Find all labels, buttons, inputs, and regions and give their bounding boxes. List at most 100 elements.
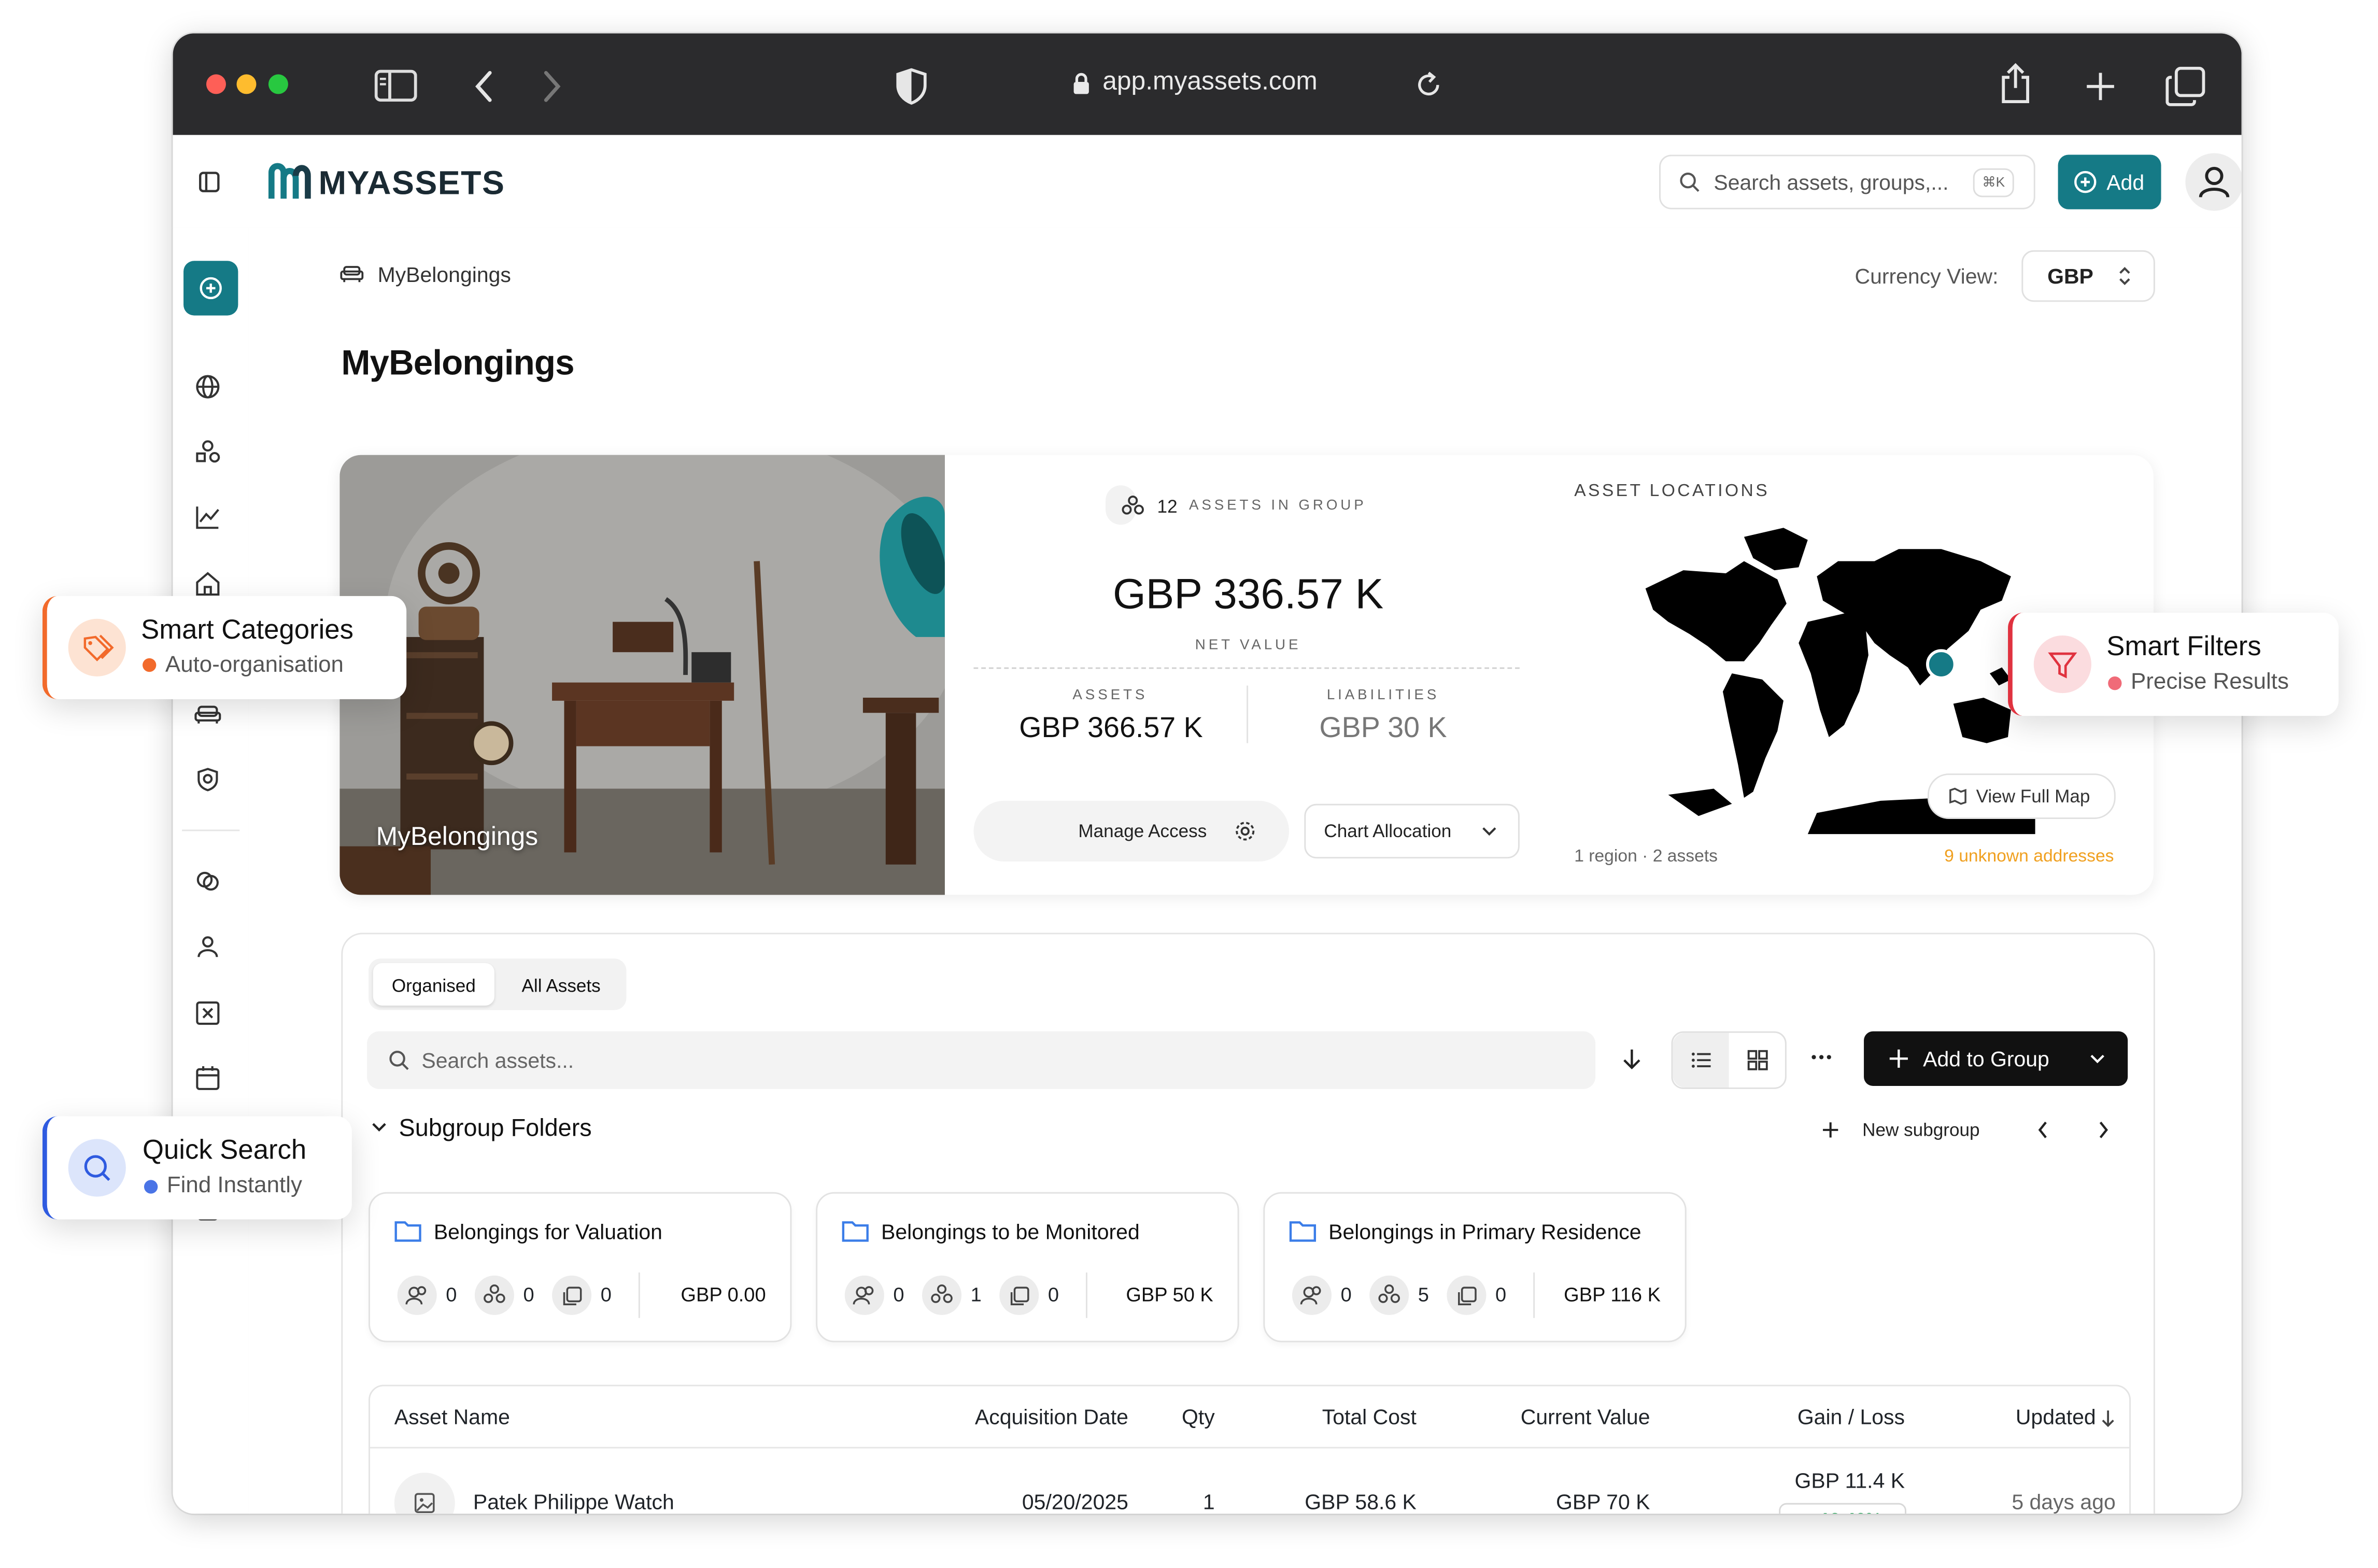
quick-search-subtitle: Find Instantly (166, 1172, 302, 1198)
smart-categories-callout: Smart Categories Auto-organisation (42, 596, 407, 699)
summary-vertical-divider (1247, 685, 1249, 743)
folder-card[interactable]: Belongings for Valuation 0 0 0 GBP 0.00 (369, 1192, 792, 1343)
current-value: GBP 70 K (1556, 1489, 1650, 1514)
user-icon (2199, 165, 2230, 199)
maximize-window-button[interactable] (268, 74, 288, 94)
documents-icon (999, 1275, 1039, 1315)
table-row[interactable]: Patek Philippe Watch 05/20/2025 1 GBP 58… (370, 1448, 2129, 1514)
folder-name: Belongings in Primary Residence (1328, 1219, 1641, 1244)
col-updated[interactable]: Updated (1947, 1404, 2096, 1429)
more-options-icon[interactable] (1811, 1054, 1832, 1061)
collapse-chevron-icon[interactable] (370, 1119, 388, 1134)
col-acquisition-date[interactable]: Acquisition Date (946, 1404, 1128, 1429)
shapes-icon[interactable] (191, 435, 224, 469)
unknown-addresses-link[interactable]: 9 unknown addresses (1944, 848, 2114, 866)
manage-access-label: Manage Access (1078, 820, 1207, 842)
currency-value: GBP (2047, 264, 2093, 288)
chevron-left-icon[interactable] (2037, 1121, 2049, 1139)
global-search-input[interactable]: Search assets, groups,... ⌘K (1659, 154, 2035, 209)
plus-icon (1888, 1048, 1909, 1069)
grid-view-button[interactable] (1729, 1033, 1785, 1087)
col-total-cost[interactable]: Total Cost (1265, 1404, 1417, 1429)
col-qty[interactable]: Qty (1151, 1404, 1215, 1429)
folder-card[interactable]: Belongings to be Monitored 0 1 0 GBP 50 … (816, 1192, 1239, 1343)
spreadsheet-icon[interactable] (191, 996, 224, 1029)
map-location-marker[interactable] (1926, 649, 1957, 680)
manage-access-button[interactable]: Manage Access (973, 800, 1290, 861)
status-dot (143, 658, 157, 672)
close-window-button[interactable] (206, 74, 226, 94)
folder-value: GBP 116 K (1564, 1283, 1661, 1306)
folder-assets-count: 0 (523, 1283, 534, 1306)
link-icon[interactable] (191, 865, 224, 898)
currency-select[interactable]: GBP (2021, 250, 2155, 302)
people-icon (844, 1275, 884, 1315)
new-subgroup-button[interactable]: New subgroup (1821, 1119, 2018, 1150)
col-asset-name[interactable]: Asset Name (394, 1404, 510, 1429)
badge-icon[interactable] (191, 763, 224, 796)
folder-card[interactable]: Belongings in Primary Residence 0 5 0 GB… (1263, 1192, 1687, 1343)
sort-arrow-icon[interactable] (1621, 1047, 1643, 1071)
smart-filters-subtitle: Precise Results (2131, 669, 2289, 695)
forward-icon[interactable] (542, 70, 563, 103)
add-to-group-button[interactable]: Add to Group (1864, 1031, 2128, 1086)
quick-search-title: Quick Search (143, 1134, 307, 1165)
tab-organised[interactable]: Organised (373, 963, 494, 1006)
view-full-map-label: View Full Map (1976, 785, 2090, 807)
folder-assets-count: 1 (970, 1283, 982, 1306)
sidebar-toggle-icon[interactable] (374, 69, 417, 102)
globe-icon[interactable] (191, 370, 224, 403)
people-icon (1292, 1275, 1332, 1315)
assets-table: Asset Name Acquisition Date Qty Total Co… (369, 1385, 2131, 1514)
smart-categories-subtitle: Auto-organisation (165, 652, 344, 678)
breadcrumb[interactable]: MyBelongings (378, 262, 511, 287)
folder-icon (842, 1220, 869, 1242)
list-view-button[interactable] (1673, 1033, 1729, 1087)
tab-organised-label: Organised (391, 975, 476, 997)
user-avatar[interactable] (2185, 153, 2242, 211)
summary-divider (973, 667, 1520, 669)
global-search-placeholder: Search assets, groups,... (1714, 169, 1949, 194)
sofa-icon[interactable] (191, 698, 224, 731)
address-bar[interactable]: app.myassets.com (1102, 67, 1318, 97)
minimize-window-button[interactable] (236, 74, 257, 94)
app-header: MYASSETS Search assets, groups,... ⌘K Ad… (173, 135, 2242, 229)
table-header: Asset Name Acquisition Date Qty Total Co… (370, 1386, 2130, 1449)
folder-people-count: 0 (1340, 1283, 1352, 1306)
sidebar-collapse-icon[interactable] (199, 172, 220, 193)
image-icon (414, 1492, 435, 1514)
liabilities-label: LIABILITIES (1326, 687, 1440, 704)
asset-search-input[interactable]: Search assets... (367, 1031, 1596, 1089)
add-button[interactable]: Add (2058, 154, 2161, 209)
net-value-label: NET VALUE (1195, 637, 1301, 654)
group-cover-image: MyBelongings (339, 455, 945, 895)
share-icon[interactable] (1999, 62, 2032, 105)
back-icon[interactable] (473, 70, 494, 103)
page-title: MyBelongings (341, 343, 574, 383)
calendar-icon[interactable] (191, 1062, 224, 1095)
view-full-map-button[interactable]: View Full Map (1927, 773, 2116, 820)
status-dot (2108, 676, 2122, 690)
asset-name[interactable]: Patek Philippe Watch (473, 1489, 674, 1514)
logo-icon[interactable] (268, 161, 311, 200)
shield-icon[interactable] (896, 68, 927, 105)
shapes-icon (474, 1275, 514, 1315)
view-tabs: Organised All Assets (369, 958, 627, 1010)
assets-label: ASSETS (1072, 687, 1148, 704)
new-tab-icon[interactable] (2084, 70, 2117, 103)
col-current-value[interactable]: Current Value (1468, 1404, 1650, 1429)
col-gain-loss[interactable]: Gain / Loss (1723, 1404, 1905, 1429)
sort-down-icon[interactable] (2101, 1409, 2116, 1428)
net-value: GBP 336.57 K (1112, 570, 1384, 617)
chevron-right-icon[interactable] (2098, 1121, 2110, 1139)
chart-allocation-dropdown[interactable]: Chart Allocation (1304, 803, 1520, 859)
documents-icon (552, 1275, 592, 1315)
reload-icon[interactable] (1413, 70, 1444, 101)
browser-toolbar: app.myassets.com (173, 33, 2242, 135)
person-icon[interactable] (191, 930, 224, 963)
plus-circle-icon (2073, 170, 2098, 194)
tab-all-assets[interactable]: All Assets (501, 963, 622, 1006)
line-chart-icon[interactable] (191, 501, 224, 534)
sidebar-add-button[interactable] (183, 261, 238, 316)
tabs-overview-icon[interactable] (2165, 66, 2205, 106)
